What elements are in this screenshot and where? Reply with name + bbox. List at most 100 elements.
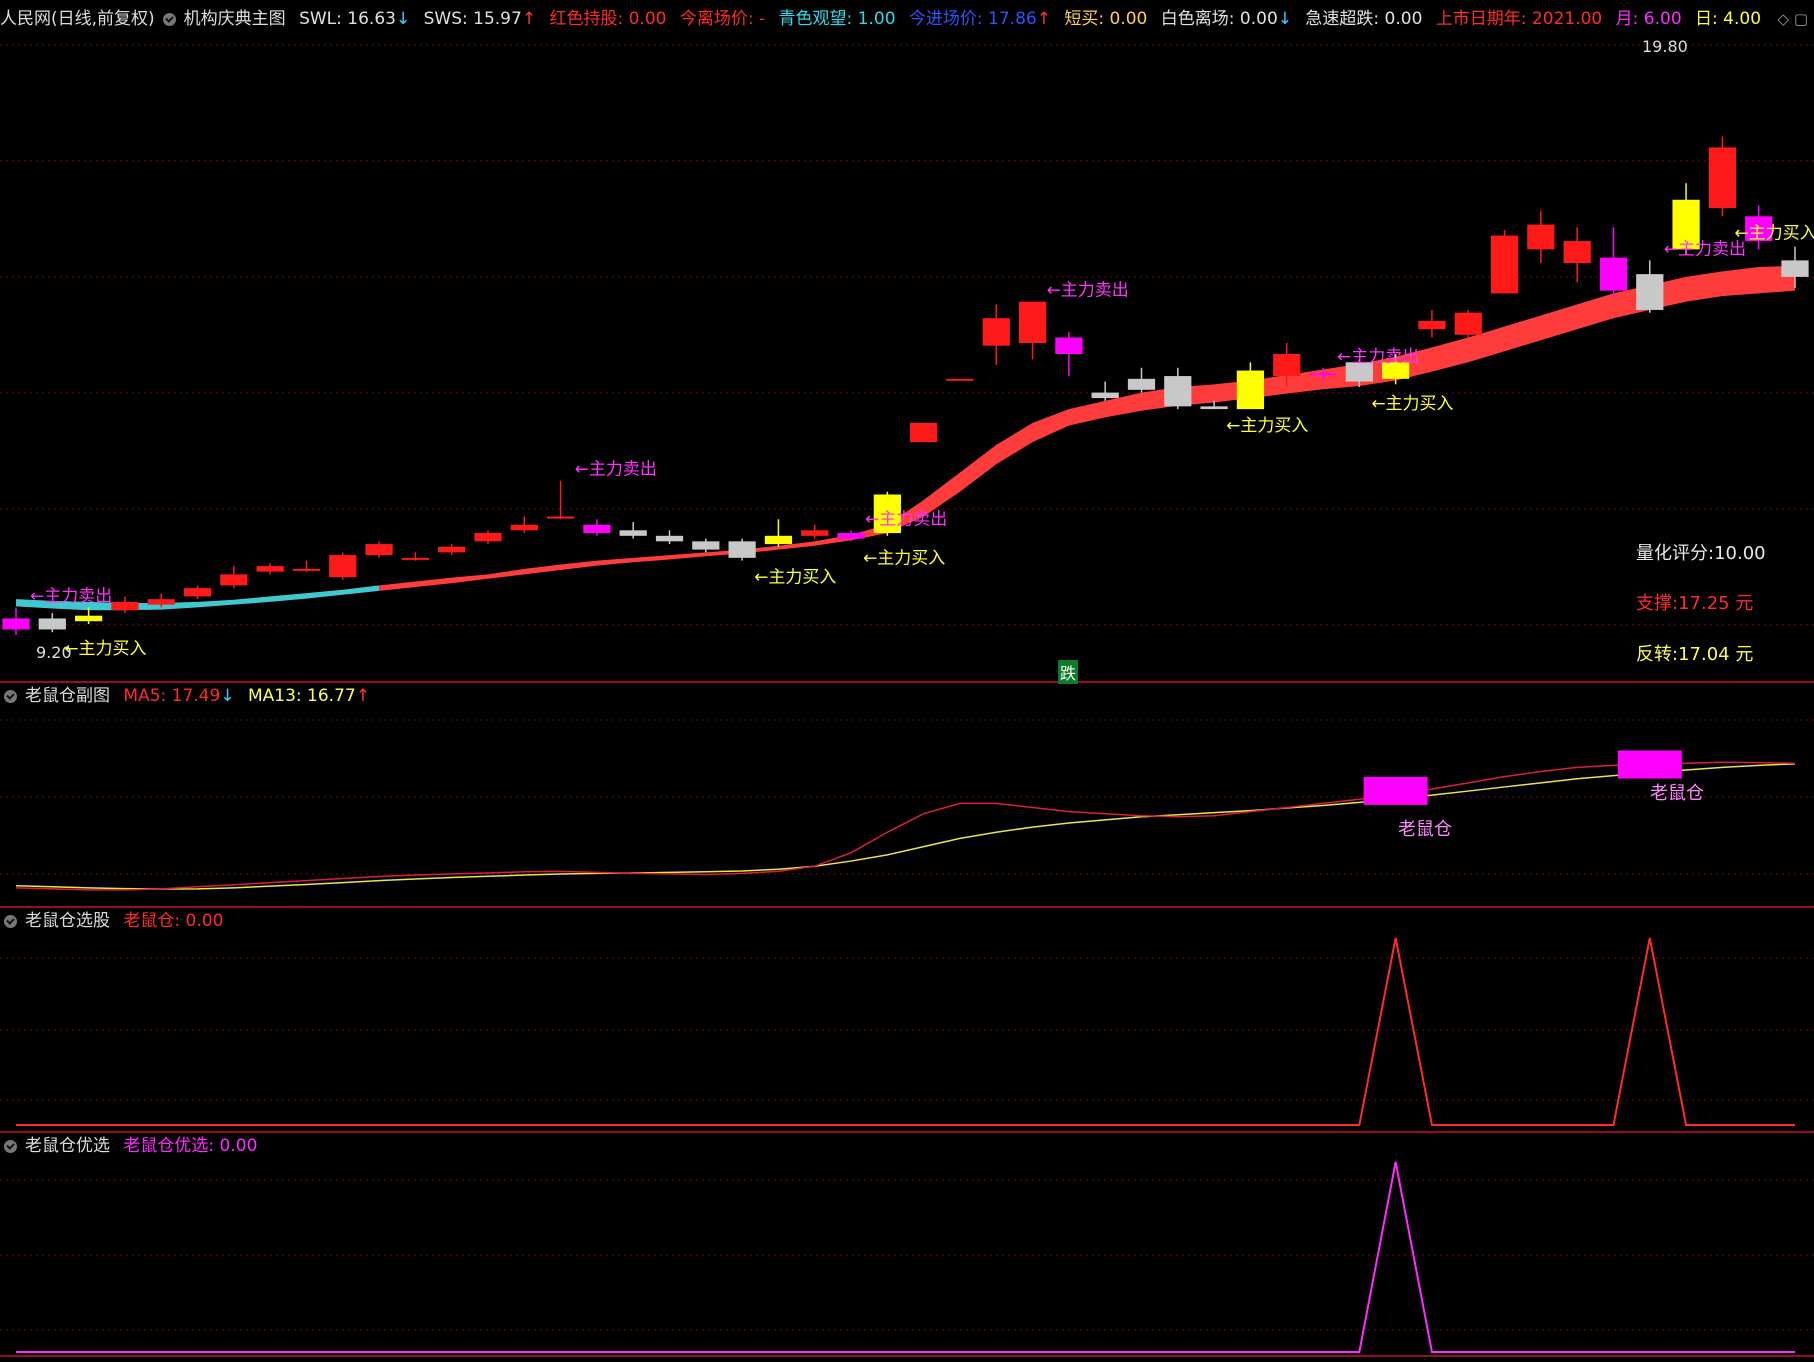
ma13-value: MA13: 16.77: [247, 686, 356, 706]
buy-annotation: ←主力买入: [1226, 416, 1308, 436]
restore-icon[interactable]: ▢: [1794, 10, 1808, 28]
stock-title[interactable]: 人民网(日线,前复权): [0, 9, 155, 29]
laoshucang-label-2: 老鼠仓: [1650, 783, 1704, 804]
panel3-value: 老鼠仓: 0.00: [123, 911, 224, 931]
toggle-icon[interactable]: [4, 914, 17, 928]
duanmai-value: 短买: 0.00: [1064, 9, 1148, 29]
chart-canvas: ←主力买入←主力买入←主力买入←主力买入←主力买入←主力买入←主力卖出←主力卖出…: [0, 44, 1814, 1357]
panel4-header: 老鼠仓优选 老鼠仓优选: 0.00: [0, 1135, 265, 1159]
buy-annotation: ←主力买入: [1371, 394, 1453, 414]
candle-body: [2, 618, 30, 630]
candle-body: [256, 566, 284, 572]
sell-annotation: ←主力卖出: [865, 509, 947, 529]
sell-annotation: ←主力卖出: [1337, 347, 1419, 367]
panel4-value: 老鼠仓优选: 0.00: [123, 1136, 258, 1156]
candle-body: [1636, 274, 1664, 310]
candle-body: [438, 546, 466, 553]
candle-body: [1055, 337, 1083, 355]
panel2-title[interactable]: 老鼠仓副图: [25, 686, 110, 706]
jisu-value: 急速超跌: 0.00: [1305, 9, 1423, 29]
band-red: [379, 265, 1795, 591]
hongse-value: 红色持股: 0.00: [549, 9, 667, 29]
jinli-value: 今离场价: -: [679, 9, 766, 29]
low-price-label: 9.20: [36, 643, 72, 662]
buy-annotation: ←主力买入: [754, 568, 836, 588]
candle-body: [1599, 257, 1628, 291]
candle-body: [1200, 406, 1228, 410]
sell-annotation: ←主力卖出: [1047, 281, 1129, 301]
support-label: 支撑:17.25 元: [1636, 593, 1754, 614]
qingse-value: 青色观望: 1.00: [778, 9, 896, 29]
laoshucang-youxuan-line: [16, 1161, 1795, 1353]
jinjin-value: 今进场价: 17.86: [908, 9, 1037, 29]
sell-annotation: ←主力卖出: [30, 586, 112, 606]
buy-annotation: ←主力买入: [863, 548, 945, 568]
candle-body: [510, 524, 538, 531]
candle-body: [1418, 320, 1446, 330]
candle-body: [474, 533, 502, 542]
swl-value: SWL: 16.63: [299, 9, 396, 29]
candle-body: [583, 524, 611, 534]
candle-body: [1127, 378, 1156, 390]
candle-body: [292, 568, 321, 571]
reversal-label: 反转:17.04 元: [1636, 644, 1754, 665]
laoshucang-label-1: 老鼠仓: [1398, 819, 1452, 840]
candle-body: [764, 535, 793, 545]
candle-body: [982, 318, 1010, 346]
candle-body: [910, 422, 938, 443]
shangshi-value: 上市日期年: 2021.00: [1435, 9, 1603, 29]
laoshucang-bar: [1617, 750, 1682, 779]
candle-body: [692, 541, 720, 550]
ma13-line: [15, 763, 1796, 890]
die-badge: 跌: [1058, 660, 1079, 684]
candle-body: [111, 601, 139, 611]
ma5-line: [15, 761, 1796, 891]
candle-body: [220, 574, 248, 586]
candle-body: [1164, 376, 1192, 407]
candle-body: [1527, 224, 1555, 250]
candle-body: [147, 599, 175, 605]
baise-value: 白色离场: 0.00: [1160, 9, 1278, 29]
window-controls: ◇ ▢: [1777, 10, 1808, 28]
candle-body: [946, 378, 974, 381]
baise-arrow-icon: ↓: [1277, 9, 1293, 29]
sell-annotation: ←主力卖出: [575, 460, 657, 480]
candle-body: [401, 557, 429, 560]
ma13-arrow-icon: ↑: [355, 686, 370, 706]
candle-body: [619, 530, 647, 536]
yue-value: 月: 6.00: [1615, 9, 1682, 29]
panel2-header: 老鼠仓副图 MA5: 17.49↓ MA13: 16.77↑: [0, 685, 378, 709]
panel4-title[interactable]: 老鼠仓优选: [25, 1136, 110, 1156]
toggle-icon[interactable]: [162, 12, 176, 26]
sws-value: SWS: 15.97: [423, 9, 522, 29]
candle-body: [546, 516, 575, 519]
buy-annotation: ←主力买入: [1734, 223, 1814, 243]
panel3-title[interactable]: 老鼠仓选股: [25, 911, 110, 931]
candle-body: [329, 555, 357, 578]
jinjin-arrow-icon: ↑: [1036, 9, 1051, 29]
ri-value: 日: 4.00: [1695, 9, 1762, 29]
candle-body: [1708, 147, 1737, 209]
candle-body: [655, 535, 684, 542]
high-price-label: 19.80: [1642, 37, 1688, 56]
candle-body: [1273, 354, 1301, 377]
sell-annotation: ←主力卖出: [1664, 239, 1746, 259]
swl-arrow-icon: ↓: [395, 9, 411, 29]
sws-arrow-icon: ↑: [521, 9, 537, 29]
ma5-value: MA5: 17.49: [123, 686, 221, 706]
laoshucang-bar: [1363, 776, 1428, 805]
candle-body: [1309, 373, 1337, 376]
candle-body: [365, 544, 393, 556]
toggle-icon[interactable]: [4, 689, 17, 703]
diamond-icon[interactable]: ◇: [1777, 10, 1789, 28]
candle-body: [74, 615, 103, 622]
candle-body: [1563, 241, 1591, 264]
indicator-name[interactable]: 机构庆典主图: [184, 9, 286, 29]
toggle-icon[interactable]: [4, 1139, 17, 1153]
ma5-arrow-icon: ↓: [220, 686, 235, 706]
candle-body: [728, 541, 756, 558]
candle-body: [183, 588, 212, 597]
candle-body: [1490, 235, 1519, 294]
buy-annotation: ←主力买入: [64, 639, 146, 659]
candle-body: [837, 533, 865, 539]
